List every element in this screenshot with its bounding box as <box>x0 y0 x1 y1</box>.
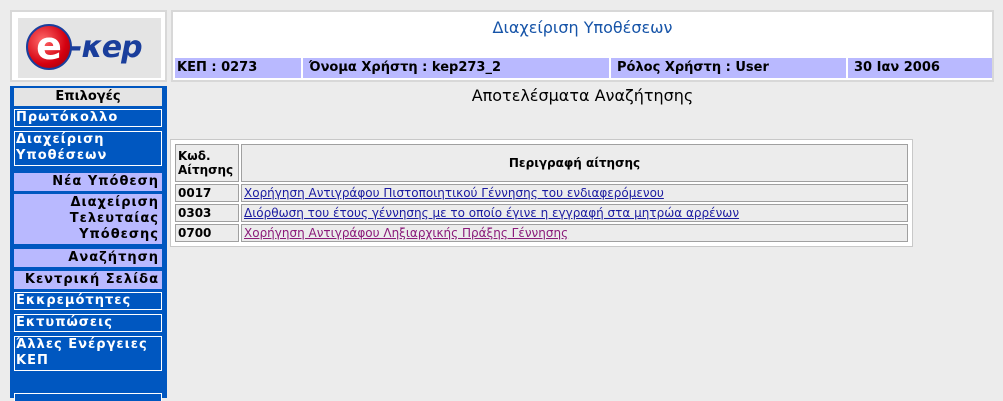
request-link[interactable]: Διόρθωση του έτους γέννησης με το οποίο … <box>244 206 739 220</box>
sidebar-item-search[interactable]: Αναζήτηση <box>14 249 162 267</box>
sidebar-header: Επιλογές <box>14 88 162 106</box>
sidebar-item-protocol[interactable]: Πρωτόκολλο <box>14 109 162 127</box>
logo-text: -κep <box>70 30 143 65</box>
request-link[interactable]: Χορήγηση Αντιγράφου Ληξιαρχικής Πράξης Γ… <box>244 226 568 240</box>
table-row: 0303 Διόρθωση του έτους γέννησης με το ο… <box>175 204 908 222</box>
request-description-cell: Διόρθωση του έτους γέννησης με το οποίο … <box>241 204 908 222</box>
sidebar-item-new-case[interactable]: Νέα Υπόθεση <box>14 173 162 191</box>
sidebar-item-case-management[interactable]: Διαχείριση Υποθέσεων <box>14 131 162 166</box>
sidebar-item-prints[interactable]: Εκτυπώσεις <box>14 314 162 332</box>
table-row: 0700 Χορήγηση Αντιγράφου Ληξιαρχικής Πρά… <box>175 224 908 242</box>
request-description-cell: Χορήγηση Αντιγράφου Πιστοποιητικού Γέννη… <box>241 184 908 202</box>
sidebar-item-other-actions[interactable]: Άλλες Ενέργειες ΚΕΠ <box>14 336 162 371</box>
logo-e-icon: e <box>26 24 72 70</box>
column-header-description: Περιγραφή αίτησης <box>241 144 908 182</box>
request-code: 0700 <box>175 224 239 242</box>
column-header-code: Κωδ. Αίτησης <box>175 144 239 182</box>
logo: e -κep <box>18 18 161 78</box>
results-title: Αποτελέσματα Αναζήτησης <box>471 86 694 105</box>
sidebar-item-pending[interactable]: Εκκρεμότητες <box>14 292 162 310</box>
request-description-cell: Χορήγηση Αντιγράφου Ληξιαρχικής Πράξης Γ… <box>241 224 908 242</box>
sidebar-item-next[interactable] <box>14 393 162 401</box>
request-code: 0017 <box>175 184 239 202</box>
request-link[interactable]: Χορήγηση Αντιγράφου Πιστοποιητικού Γέννη… <box>244 186 664 200</box>
request-code: 0303 <box>175 204 239 222</box>
logo-panel: e -κep <box>10 10 167 82</box>
results-table: Κωδ. Αίτησης Περιγραφή αίτησης 0017 Χορή… <box>170 139 913 247</box>
user-role: Ρόλος Χρήστη : User <box>615 58 848 78</box>
username: Όνομα Χρήστη : kep273_2 <box>307 58 611 78</box>
kep-code: ΚΕΠ : 0273 <box>175 58 303 78</box>
page-title: Διαχείριση Υποθέσεων <box>492 18 673 37</box>
sidebar-item-last-case[interactable]: Διαχείριση Τελευταίας Υπόθεσης <box>14 194 162 244</box>
header-panel: Διαχείριση Υποθέσεων ΚΕΠ : 0273 Όνομα Χρ… <box>171 10 994 82</box>
table-row: 0017 Χορήγηση Αντιγράφου Πιστοποιητικού … <box>175 184 908 202</box>
user-info-bar: ΚΕΠ : 0273 Όνομα Χρήστη : kep273_2 Ρόλος… <box>175 58 992 78</box>
current-date: 30 Ιαν 2006 <box>852 58 992 78</box>
sidebar-item-home[interactable]: Κεντρική Σελίδα <box>14 271 162 289</box>
sidebar: Επιλογές Πρωτόκολλο Διαχείριση Υποθέσεων… <box>10 86 167 401</box>
